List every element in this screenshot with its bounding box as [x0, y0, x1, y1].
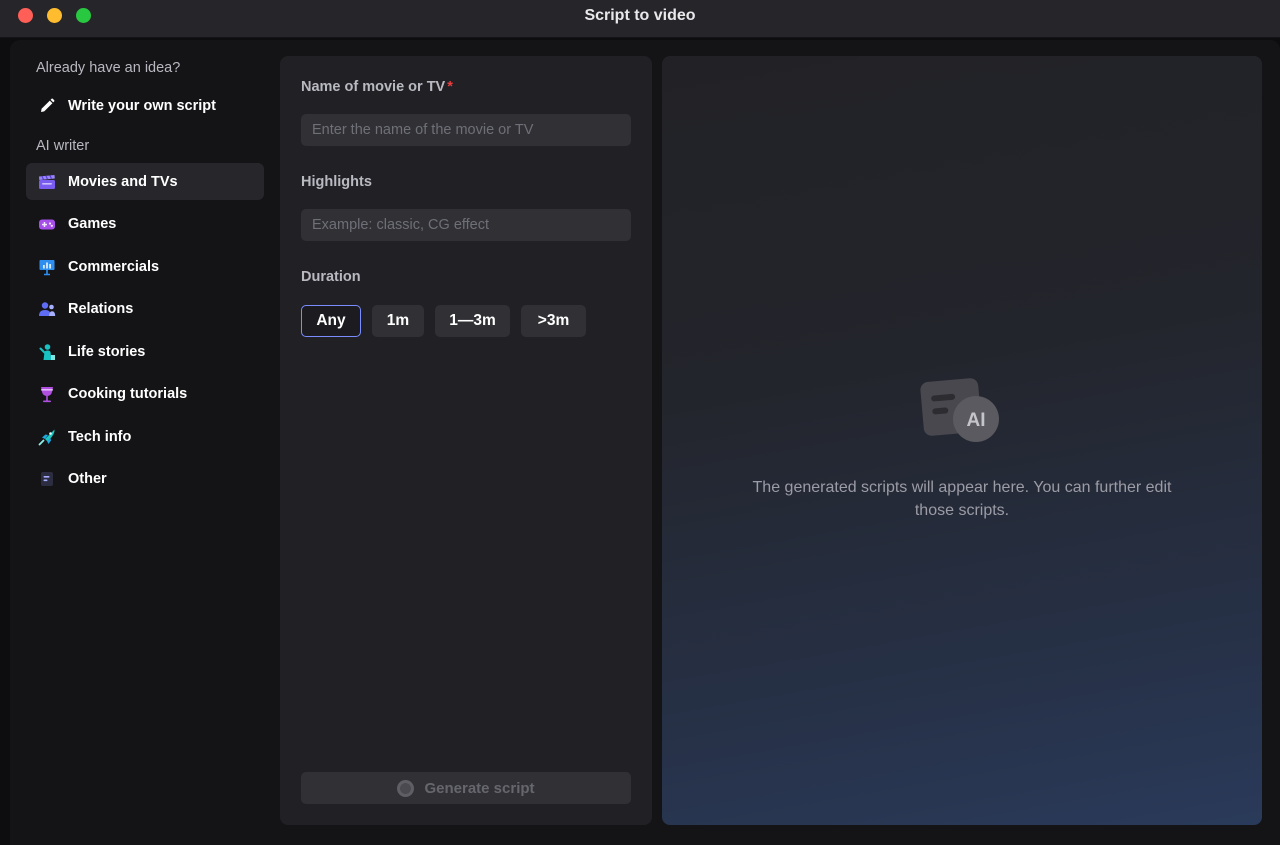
people-icon — [39, 302, 56, 316]
ai-writer-section-label: AI writer — [36, 138, 90, 154]
generate-script-label: Generate script — [424, 779, 535, 797]
movie-name-input[interactable] — [301, 114, 631, 146]
gamepad-icon — [39, 219, 55, 230]
ai-writer-categories: Movies and TVs Games Commercials Relatio… — [26, 163, 264, 503]
sidebar-item-label: Commercials — [68, 258, 160, 275]
required-asterisk: * — [447, 79, 453, 95]
sidebar-item-label: Other — [68, 471, 107, 487]
sidebar-item-label: Movies and TVs — [68, 173, 178, 190]
loading-spinner-icon — [397, 779, 415, 797]
ai-badge-text: AI — [967, 410, 986, 431]
window-title: Script to video — [584, 7, 696, 24]
rocket-icon — [38, 429, 55, 445]
duration-option-1m[interactable]: 1m — [372, 305, 424, 337]
duration-option-any[interactable]: Any — [301, 305, 361, 337]
wine-glass-icon — [41, 387, 53, 403]
idea-section-label: Already have an idea? — [36, 60, 181, 76]
app-window: Already have an idea? Write your own scr… — [10, 40, 1280, 845]
movie-name-label: Name of movie or TV * — [301, 79, 453, 95]
sidebar-item-label: Life stories — [68, 343, 146, 360]
duration-option-over-3m[interactable]: >3m — [521, 305, 586, 337]
sidebar-item-relations[interactable]: Relations — [26, 291, 264, 328]
sidebar-item-label: Cooking tutorials — [68, 386, 188, 402]
highlights-input[interactable] — [301, 209, 631, 241]
sidebar-item-life-stories[interactable]: Life stories — [26, 333, 264, 370]
duration-option-1-3m[interactable]: 1—3m — [435, 305, 510, 337]
sidebar-item-games[interactable]: Games — [26, 206, 264, 243]
document-icon — [41, 472, 53, 486]
sidebar-item-movies-and-tvs[interactable]: Movies and TVs — [26, 163, 264, 200]
movie-name-label-text: Name of movie or TV — [301, 79, 446, 95]
sidebar-item-label: Games — [68, 216, 117, 232]
duration-label: Duration — [301, 269, 361, 285]
title-bar: Script to video — [0, 0, 1280, 38]
presentation-icon — [39, 259, 55, 275]
pencil-icon — [41, 98, 55, 112]
duration-options: Any 1m 1—3m >3m — [301, 305, 597, 337]
clapperboard-icon — [39, 174, 55, 189]
sidebar-item-label: Relations — [68, 301, 134, 317]
script-preview-panel: AI The generated scripts will appear her… — [662, 56, 1262, 825]
sidebar-item-cooking-tutorials[interactable]: Cooking tutorials — [26, 376, 264, 413]
sidebar-item-commercials[interactable]: Commercials — [26, 248, 264, 285]
script-form-panel: Name of movie or TV* Highlights Duration… — [280, 56, 652, 825]
sidebar-item-tech-info[interactable]: Tech info — [26, 418, 264, 455]
sidebar-item-other[interactable]: Other — [26, 461, 264, 498]
ai-script-illustration-icon: AI — [920, 378, 999, 442]
write-own-script-button[interactable]: Write your own script — [26, 88, 264, 124]
highlights-label: Highlights — [301, 174, 372, 190]
generate-script-button[interactable]: Generate script — [301, 772, 631, 804]
write-own-script-label: Write your own script — [68, 98, 216, 114]
empty-state-message: The generated scripts will appear here. … — [752, 479, 1172, 519]
sidebar-item-label: Tech info — [68, 428, 132, 445]
sidebar: Already have an idea? Write your own scr… — [10, 40, 272, 845]
person-icon — [39, 343, 55, 360]
